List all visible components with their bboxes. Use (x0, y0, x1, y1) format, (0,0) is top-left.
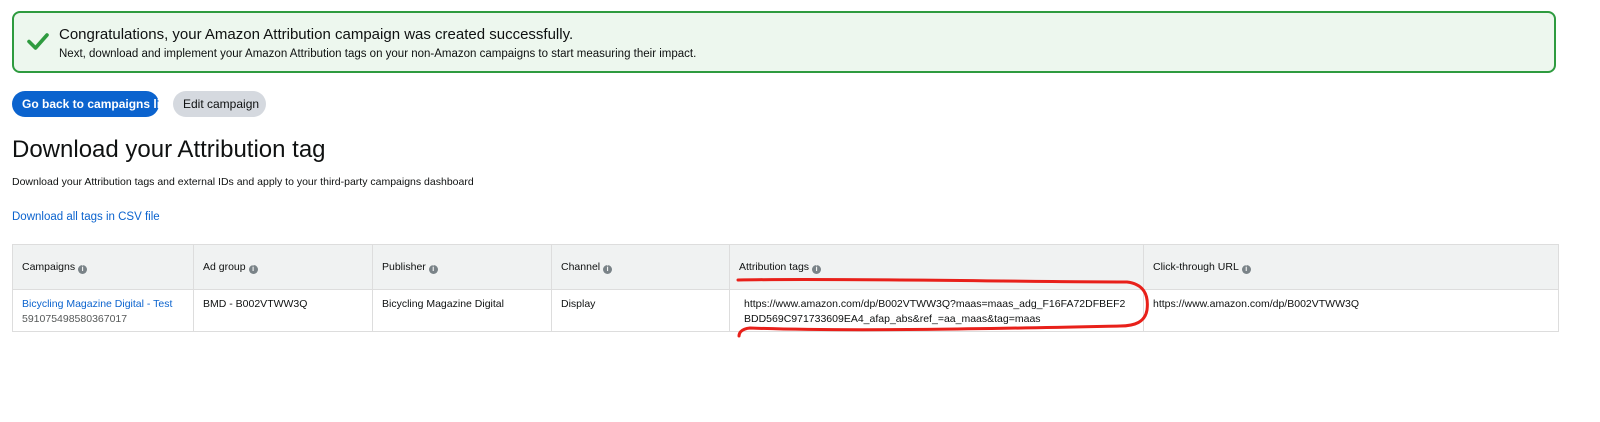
table-row: Bicycling Magazine Digital - Test 591075… (12, 289, 1559, 332)
page-title: Download your Attribution tag (12, 136, 326, 163)
attribution-tags-table: Campaigns i Ad group i Publisher i Channel i… (12, 244, 1559, 332)
table-header-row: Campaigns i Ad group i Publisher i Channel i… (12, 244, 1559, 290)
publisher-cell: Bicycling Magazine Digital (372, 289, 552, 332)
info-icon[interactable]: i (428, 264, 438, 274)
attribution-tag-text[interactable]: https://www.amazon.com/dp/B002VTWW3Q?maa… (744, 298, 1125, 325)
campaign-id: 591075498580367017 (22, 313, 128, 325)
column-header-campaigns: Campaigns i (12, 244, 194, 290)
download-csv-link[interactable]: Download all tags in CSV file (12, 211, 160, 223)
campaign-name-link[interactable]: Bicycling Magazine Digital - Test (22, 298, 172, 310)
column-header-label: Attribution tags (739, 260, 810, 273)
campaign-cell: Bicycling Magazine Digital - Test 591075… (12, 289, 194, 332)
ad-group-cell: BMD - B002VTWW3Q (193, 289, 373, 332)
info-icon[interactable]: i (1241, 264, 1251, 274)
column-header-label: Campaigns (22, 260, 76, 273)
column-header-ad-group: Ad group i (193, 244, 373, 290)
banner-title: Congratulations, your Amazon Attribution… (59, 26, 574, 43)
page: Congratulations, your Amazon Attribution… (0, 0, 1600, 422)
column-header-label: Click-through URL (1153, 260, 1239, 273)
column-header-channel: Channel i (551, 244, 730, 290)
info-icon[interactable]: i (812, 264, 822, 274)
back-to-campaigns-button[interactable]: Go back to campaigns list (12, 91, 171, 117)
info-icon[interactable]: i (78, 264, 88, 274)
info-icon[interactable]: i (603, 264, 613, 274)
page-description: Download your Attribution tags and exter… (12, 176, 474, 188)
edit-campaign-button[interactable]: Edit campaign (173, 91, 266, 117)
column-header-publisher: Publisher i (372, 244, 552, 290)
click-through-url-text[interactable]: https://www.amazon.com/dp/B002VTWW3Q (1153, 298, 1359, 310)
channel-cell: Display (551, 289, 730, 332)
info-icon[interactable]: i (248, 264, 258, 274)
column-header-attribution-tags: Attribution tags i (729, 244, 1144, 290)
attribution-tag-cell: https://www.amazon.com/dp/B002VTWW3Q?maa… (729, 289, 1144, 332)
success-banner: Congratulations, your Amazon Attribution… (12, 11, 1556, 73)
click-through-url-cell: https://www.amazon.com/dp/B002VTWW3Q (1143, 289, 1559, 332)
column-header-label: Ad group (203, 260, 246, 273)
column-header-label: Publisher (382, 260, 426, 273)
column-header-click-through-url: Click-through URL i (1143, 244, 1559, 290)
banner-subtitle: Next, download and implement your Amazon… (59, 48, 697, 60)
column-header-label: Channel (561, 260, 601, 273)
check-icon (27, 33, 49, 50)
